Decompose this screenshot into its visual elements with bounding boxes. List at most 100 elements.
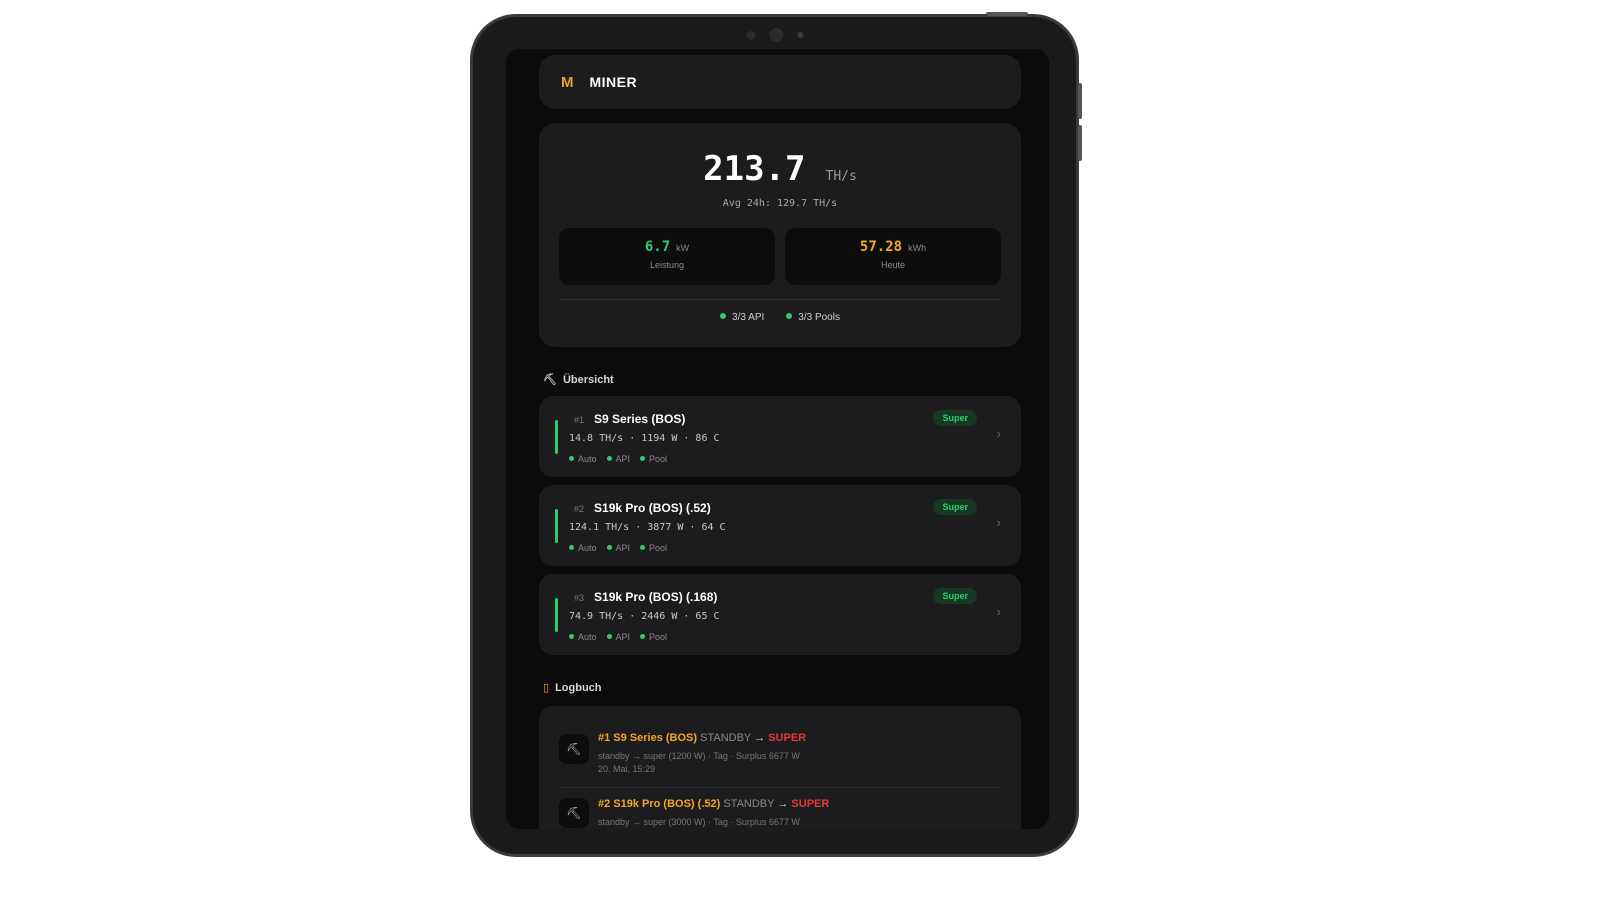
tag-label: Auto [578, 632, 597, 642]
pickaxe-icon: ⛏ [559, 734, 589, 764]
miner-card-2[interactable]: #2 S19k Pro (BOS) (.52) 124.1 TH/s · 387… [539, 485, 1021, 566]
tag-dot-icon [569, 634, 574, 639]
log-from-state: STANDBY [723, 798, 775, 810]
status-dot-icon [720, 313, 727, 319]
power-label: Leistung [649, 260, 685, 270]
status-accent-bar [555, 598, 558, 632]
tag-api: API [606, 454, 631, 464]
api-status-label: 3/3 API [732, 312, 765, 323]
mode-badge: Super [933, 588, 977, 604]
power-value: 6.7 [644, 239, 671, 255]
tag-pool: Pool [640, 454, 667, 464]
miner-number: #1 [574, 415, 585, 425]
tag-auto: Auto [569, 632, 597, 642]
miner-name: S19k Pro (BOS) (.168) [594, 590, 718, 604]
tag-api: API [606, 632, 630, 642]
log-miner-name: #1 S9 Series (BOS) [598, 732, 698, 744]
tag-label: API [615, 454, 631, 464]
energy-stat: 57.28 kWh Heute [785, 228, 1001, 285]
tag-dot-icon [640, 545, 646, 550]
tag-pool: Pool [640, 543, 667, 553]
power-stat: 6.7 kW Leistung [559, 228, 775, 285]
miner-tags: Auto API Pool [569, 632, 667, 642]
log-timestamp: 20. Mai, 15:29 [598, 764, 656, 774]
mode-badge: Super [933, 499, 977, 515]
log-to-state: SUPER [791, 798, 830, 810]
miner-head: #1 S9 Series (BOS) [574, 412, 685, 426]
log-entry-2[interactable]: ⛏ #2 S19k Pro (BOS) (.52) STANDBY → SUPE… [559, 787, 1001, 829]
tag-dot-icon [606, 634, 612, 639]
log-to-state: SUPER [768, 732, 807, 744]
tag-dot-icon [640, 634, 646, 639]
energy-unit: kWh [908, 243, 927, 253]
stat-row: 6.7 kW Leistung 57.28 kWh Heute [559, 228, 1001, 285]
hashrate-unit: TH/s [825, 169, 857, 184]
power-unit: kW [676, 243, 690, 253]
chevron-right-icon[interactable]: › [997, 515, 1001, 530]
log-arrow: → [777, 798, 789, 810]
miner-card-1[interactable]: #1 S9 Series (BOS) 14.8 TH/s · 1194 W · … [539, 396, 1021, 477]
tag-label: Pool [649, 632, 668, 642]
app-header: M MINER [539, 55, 1021, 109]
miner-tags: Auto API Pool [569, 543, 667, 553]
status-accent-bar [555, 509, 558, 543]
tag-auto: Auto [569, 454, 597, 464]
miner-head: #2 S19k Pro (BOS) (.52) [574, 501, 711, 515]
pools-status: 3/3 Pools [786, 312, 840, 323]
log-headline: #2 S19k Pro (BOS) (.52) STANDBY → SUPER [598, 798, 829, 810]
miner-card-3[interactable]: #3 S19k Pro (BOS) (.168) 74.9 TH/s · 244… [539, 574, 1021, 655]
mode-badge: Super [933, 410, 977, 426]
screen: M MINER 213.7 TH/s Avg 24h: 129.7 TH/s 6… [506, 49, 1049, 829]
log-miner-name: #2 S19k Pro (BOS) (.52) [598, 798, 721, 810]
overview-section-title: ⛏ Übersicht [543, 373, 1021, 387]
chevron-right-icon[interactable]: › [997, 426, 1001, 441]
tag-api: API [606, 543, 630, 553]
api-status: 3/3 API [720, 312, 764, 323]
tag-dot-icon [640, 456, 646, 461]
tag-label: Auto [578, 543, 597, 553]
sensor-dot [746, 30, 755, 40]
miner-name: S19k Pro (BOS) (.52) [594, 501, 711, 515]
log-detail: standby → super (1200 W) · Tag · Surplus… [598, 751, 800, 761]
tag-dot-icon [569, 456, 574, 461]
hashrate-row: 213.7 TH/s [539, 149, 1021, 189]
tag-dot-icon [606, 545, 612, 550]
tag-label: Pool [649, 543, 668, 553]
log-arrow: → [754, 732, 766, 744]
status-accent-bar [555, 420, 558, 454]
log-from-state: STANDBY [700, 732, 752, 744]
tag-auto: Auto [569, 543, 597, 553]
logbook-card: ⛏ #1 S9 Series (BOS) STANDBY → SUPER sta… [539, 706, 1021, 829]
logbook-title: Logbuch [555, 681, 602, 694]
pickaxe-icon: ⛏ [543, 374, 557, 386]
miner-stats: 74.9 TH/s · 2446 W · 65 C [569, 611, 720, 622]
app-title: MINER [589, 74, 638, 90]
chevron-right-icon[interactable]: › [997, 604, 1001, 619]
app-content: M MINER 213.7 TH/s Avg 24h: 129.7 TH/s 6… [539, 55, 1021, 829]
status-dot-icon [786, 313, 793, 319]
log-headline: #1 S9 Series (BOS) STANDBY → SUPER [598, 732, 806, 744]
divider [559, 299, 1001, 300]
total-hashrate: 213.7 [703, 149, 806, 189]
miner-list: #1 S9 Series (BOS) 14.8 TH/s · 1194 W · … [539, 396, 1021, 655]
miner-name: S9 Series (BOS) [594, 412, 686, 426]
power-button [986, 12, 1028, 16]
tag-dot-icon [569, 545, 574, 550]
pools-status-label: 3/3 Pools [798, 312, 840, 323]
energy-label: Heute [880, 260, 906, 270]
clipboard-icon: ▯ [543, 682, 550, 694]
volume-down-button [1078, 125, 1082, 161]
tablet-frame: M MINER 213.7 TH/s Avg 24h: 129.7 TH/s 6… [470, 12, 1082, 857]
overview-title: Übersicht [562, 373, 614, 386]
hashrate-summary-card: 213.7 TH/s Avg 24h: 129.7 TH/s 6.7 kW Lei… [539, 123, 1021, 347]
camera-lens [769, 28, 783, 42]
logbook-section-title: ▯ Logbuch [543, 681, 1021, 695]
miner-logo-icon: M [561, 73, 574, 91]
miner-number: #2 [574, 504, 585, 514]
tag-dot-icon [606, 456, 612, 461]
miner-number: #3 [574, 593, 585, 603]
tag-pool: Pool [640, 632, 667, 642]
volume-up-button [1078, 83, 1082, 119]
miner-stats: 124.1 TH/s · 3877 W · 64 C [569, 522, 726, 533]
tag-label: Auto [578, 454, 597, 464]
